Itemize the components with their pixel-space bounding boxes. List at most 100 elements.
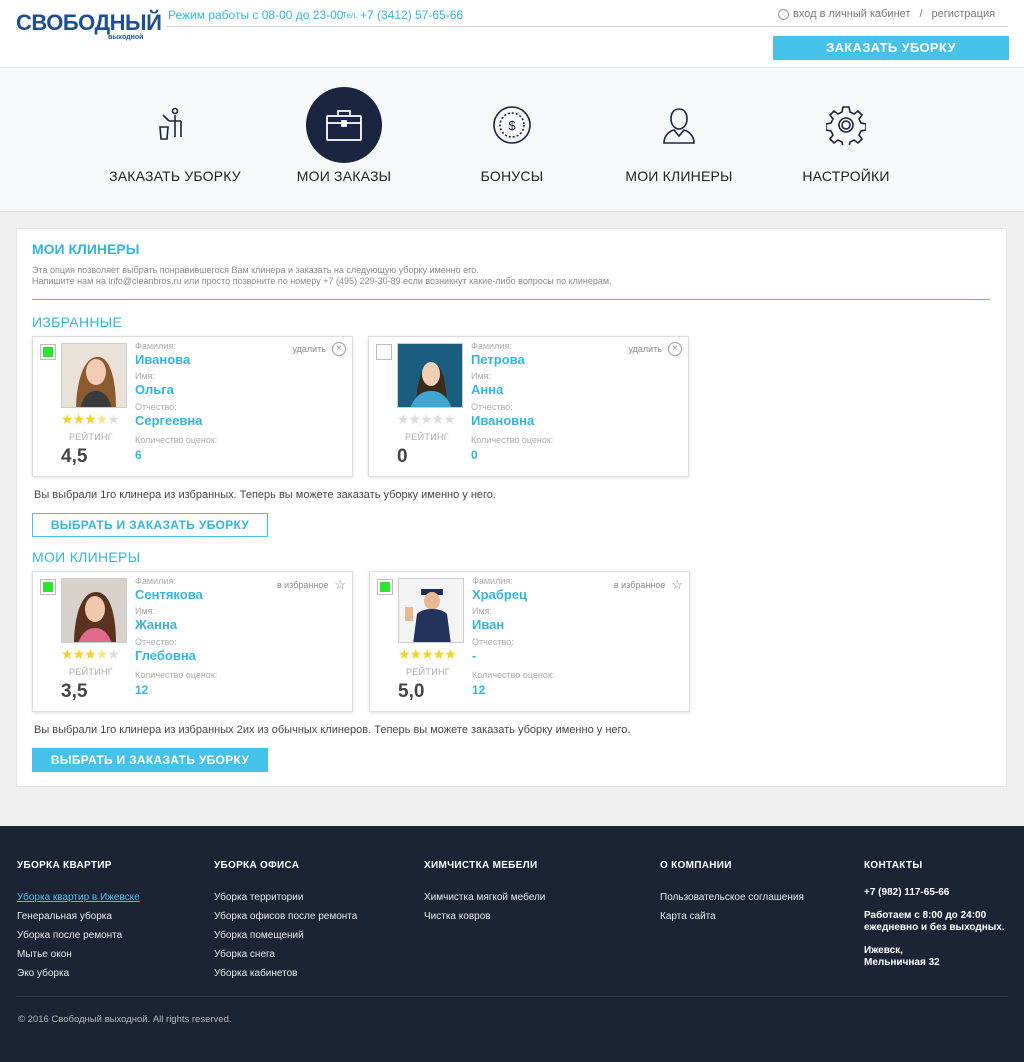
footer-link[interactable]: Уборка квартир в Ижевске: [17, 888, 140, 907]
work-hours: Режим работы с 08-00 до 23-00: [168, 8, 344, 22]
footer-col-title: КОНТАКТЫ: [864, 860, 923, 871]
footer-col-title: УБОРКА ОФИСА: [214, 860, 300, 871]
footer-col-contacts: КОНТАКТЫ +7 (982) 117-65-66 Работаем с 8…: [864, 860, 1005, 969]
remove-action[interactable]: удалить ×: [292, 342, 346, 356]
phone-label: Тел.: [342, 11, 358, 20]
patronymic-label: Отчество:: [472, 637, 514, 647]
favorite-label: в избранное: [613, 580, 666, 590]
footer-link[interactable]: Уборка после ремонта: [17, 926, 140, 945]
order-cleaning-button[interactable]: ЗАКАЗАТЬ УБОРКУ: [773, 36, 1009, 60]
surname-label: Фамилия:: [135, 341, 176, 351]
select-checkbox[interactable]: [40, 344, 56, 360]
ratings-count-label: Количество оценок:: [472, 670, 555, 680]
footer-link[interactable]: Карта сайта: [660, 907, 804, 926]
surname-value: Сентякова: [135, 587, 203, 602]
footer-col-title: О КОМПАНИИ: [660, 860, 732, 871]
header-phone[interactable]: +7 (3412) 57-65-66: [360, 8, 463, 22]
dollar-coin-icon: $: [474, 87, 550, 163]
briefcase-icon: [306, 87, 382, 163]
footer-phone[interactable]: +7 (982) 117-65-66: [864, 887, 1005, 899]
nav-label: БОНУСЫ: [480, 168, 544, 184]
remove-label: удалить: [292, 344, 326, 354]
patronymic-label: Отчество:: [135, 637, 177, 647]
cleaner-photo: [61, 578, 127, 643]
panel-description: Эта опция позволяет выбрать понравившего…: [32, 265, 612, 287]
footer-link[interactable]: Генеральная уборка: [17, 907, 140, 926]
cleaner-card: ★★★★★ РЕЙТИНГ 3,5 Фамилия: Сентякова Имя…: [32, 571, 353, 712]
name-label: Имя:: [135, 606, 156, 616]
title-divider: [32, 299, 990, 300]
footer-col-title: ХИМЧИСТКА МЕБЕЛИ: [424, 860, 538, 871]
nav-item-order[interactable]: ЗАКАЗАТЬ УБОРКУ: [85, 69, 265, 212]
ratings-count-value: 0: [471, 448, 478, 462]
footer-col-furniture: ХИМЧИСТКА МЕБЕЛИ Химчистка мягкой мебели…: [424, 860, 545, 926]
header-divider: [166, 26, 1008, 27]
nav-label: МОИ ЗАКАЗЫ: [296, 168, 392, 184]
user-icon: [778, 8, 789, 20]
footer-link[interactable]: Уборка территории: [214, 888, 357, 907]
patronymic-value: Ивановна: [471, 413, 535, 428]
nav-label: МОИ КЛИНЕРЫ: [625, 168, 733, 184]
footer-link[interactable]: Уборка кабинетов: [214, 964, 357, 983]
ratings-count-value: 12: [135, 683, 149, 697]
footer-link[interactable]: Мытье окон: [17, 945, 140, 964]
name-value: Жанна: [135, 617, 178, 632]
copyright: © 2016 Свободный выходной. All rights re…: [18, 1014, 232, 1025]
nav-item-cleaners[interactable]: МОИ КЛИНЕРЫ: [589, 69, 769, 212]
rating-value: 4,5: [61, 446, 88, 467]
rating-stars: ★★★★★: [398, 646, 457, 662]
selection-note: Вы выбрали 1го клинера из избранных. Теп…: [34, 489, 496, 501]
rating-stars: ★★★★★: [61, 411, 120, 427]
rating-label: РЕЙТИНГ: [69, 432, 113, 442]
auth-links: вход в личный кабинет / регистрация: [778, 8, 995, 20]
patronymic-value: Глебовна: [135, 648, 196, 663]
nav-label: ЗАКАЗАТЬ УБОРКУ: [109, 168, 241, 184]
person-icon: [641, 87, 717, 163]
add-to-favorites-action[interactable]: в избранное ☆: [277, 577, 346, 593]
cleaner-card: ★★★★★ РЕЙТИНГ 0 Фамилия: Петрова Имя: Ан…: [368, 336, 689, 477]
nav-item-settings[interactable]: НАСТРОЙКИ: [756, 69, 936, 212]
star-icon: ☆: [334, 577, 346, 592]
rating-label: РЕЙТИНГ: [406, 667, 450, 677]
footer-link[interactable]: Уборка снега: [214, 945, 357, 964]
footer-link[interactable]: Уборка помещений: [214, 926, 357, 945]
nav-label: НАСТРОЙКИ: [802, 168, 890, 184]
select-and-order-button[interactable]: ВЫБРАТЬ И ЗАКАЗАТЬ УБОРКУ: [32, 748, 268, 772]
nav-item-bonuses[interactable]: $ БОНУСЫ: [422, 69, 602, 212]
remove-action[interactable]: удалить ×: [628, 342, 682, 356]
footer-hours: ежедневно и без выходных.: [864, 922, 1005, 933]
logo[interactable]: СВОБОДНЫЙ выходной: [16, 10, 162, 44]
footer-link[interactable]: Химчистка мягкой мебели: [424, 888, 545, 907]
cleaner-photo: [398, 578, 464, 643]
patronymic-label: Отчество:: [471, 402, 513, 412]
footer-link[interactable]: Эко уборка: [17, 964, 140, 983]
patronymic-value: Сергеевна: [135, 413, 203, 428]
footer-link[interactable]: Пользовательское соглашения: [660, 888, 804, 907]
footer-col-company: О КОМПАНИИ Пользовательское соглашения К…: [660, 860, 804, 926]
add-to-favorites-action[interactable]: в избранное ☆: [614, 577, 683, 593]
select-checkbox[interactable]: [377, 579, 393, 595]
register-link[interactable]: регистрация: [932, 8, 996, 20]
svg-text:$: $: [508, 118, 516, 133]
close-icon: ×: [332, 342, 346, 356]
login-link[interactable]: вход в личный кабинет: [793, 8, 910, 20]
my-cleaners-panel: МОИ КЛИНЕРЫ Эта опция позволяет выбрать …: [16, 228, 1007, 787]
name-value: Ольга: [135, 382, 174, 397]
surname-value: Иванова: [135, 352, 191, 367]
name-value: Иван: [472, 617, 505, 632]
footer-link[interactable]: Чистка ковров: [424, 907, 545, 926]
star-icon: ☆: [671, 577, 683, 592]
logo-subtext: выходной: [108, 34, 144, 41]
rating-stars: ★★★★★: [397, 411, 456, 427]
ratings-count-label: Количество оценок:: [135, 435, 218, 445]
footer-hours: Работаем с 8:00 до 24:00: [864, 910, 987, 921]
selection-note: Вы выбрали 1го клинера из избранных 2их …: [34, 724, 631, 736]
footer-link[interactable]: Уборка офисов после ремонта: [214, 907, 357, 926]
footer-col-title: УБОРКА КВАРТИР: [17, 860, 112, 871]
patronymic-value: -: [472, 648, 477, 663]
select-checkbox[interactable]: [376, 344, 392, 360]
select-and-order-button[interactable]: ВЫБРАТЬ И ЗАКАЗАТЬ УБОРКУ: [32, 513, 268, 537]
rating-label: РЕЙТИНГ: [405, 432, 449, 442]
nav-item-orders[interactable]: МОИ ЗАКАЗЫ: [254, 69, 434, 212]
select-checkbox[interactable]: [40, 579, 56, 595]
